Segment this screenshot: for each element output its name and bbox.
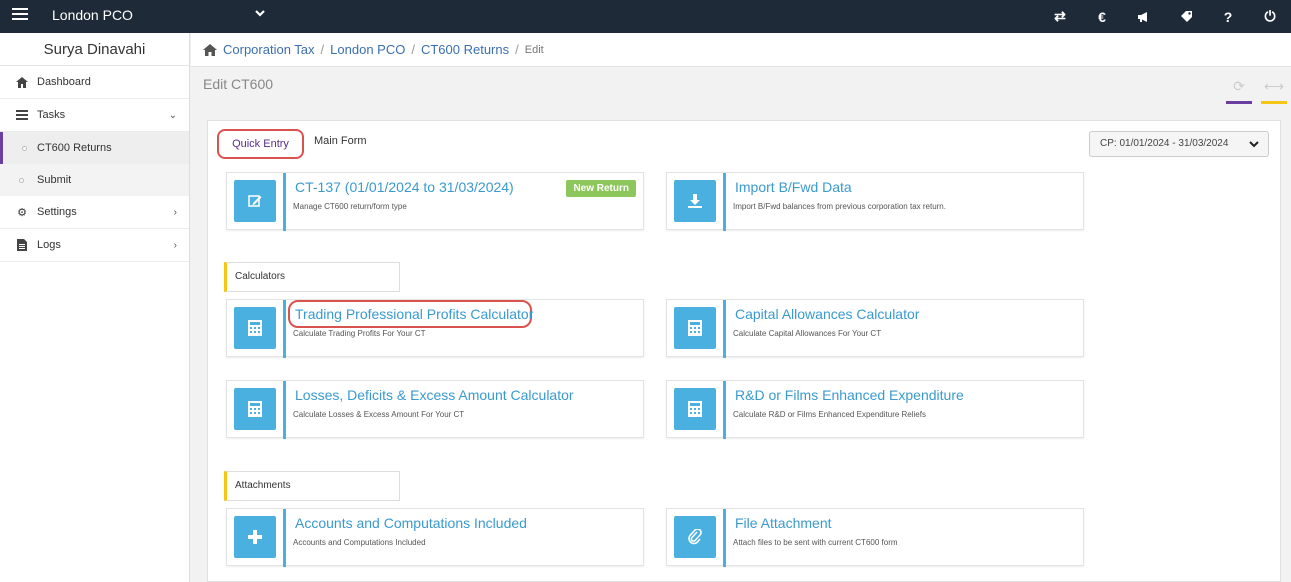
gear-icon: ⚙: [17, 206, 27, 219]
card-subtitle: Calculate R&D or Films Enhanced Expendit…: [733, 410, 926, 419]
home-icon[interactable]: [203, 43, 217, 56]
chevron-down-icon[interactable]: [253, 6, 267, 20]
sidebar-item-dashboard[interactable]: Dashboard: [0, 66, 189, 99]
card-title[interactable]: Capital Allowances Calculator: [735, 306, 919, 322]
sidebar-item-logs[interactable]: Logs ›: [0, 229, 189, 262]
chevron-right-icon: ›: [173, 207, 177, 218]
user-name: Surya Dinavahi: [0, 33, 189, 66]
tab-main-form[interactable]: Main Form: [314, 135, 367, 147]
card-title[interactable]: R&D or Films Enhanced Expenditure: [735, 387, 964, 403]
card-title[interactable]: Import B/Fwd Data: [735, 179, 852, 195]
tag-icon[interactable]: [1165, 0, 1207, 33]
sidebar-item-label: Settings: [37, 206, 77, 218]
sidebar-item-label: Tasks: [37, 109, 66, 121]
card-subtitle: Calculate Losses & Excess Amount For You…: [293, 410, 465, 419]
tasks-icon: [16, 109, 28, 121]
breadcrumb-current: Edit: [524, 43, 544, 56]
top-bar: London PCO ⇄ € ? ⏻: [0, 0, 1291, 33]
card-accounts-computations[interactable]: Accounts and Computations Included Accou…: [226, 508, 644, 567]
power-icon[interactable]: ⏻: [1249, 0, 1291, 33]
megaphone-icon[interactable]: [1123, 0, 1165, 33]
calculator-icon: [234, 388, 276, 430]
sidebar-item-tasks[interactable]: Tasks ⌄: [0, 99, 189, 132]
card-subtitle: Manage CT600 return/form type: [293, 202, 407, 211]
status-badge: New Return: [566, 180, 636, 197]
home-icon: [16, 76, 28, 88]
card-title[interactable]: Losses, Deficits & Excess Amount Calcula…: [295, 387, 574, 403]
page-header: Edit CT600 ⟳ ⟷: [191, 68, 1291, 104]
main-panel: Quick Entry Main Form CP: 01/01/2024 - 3…: [207, 120, 1281, 582]
chevron-down-icon: ⌄: [168, 110, 177, 121]
file-icon: [16, 239, 28, 251]
chevron-right-icon: ›: [173, 240, 177, 251]
card-subtitle: Calculate Trading Profits For Your CT: [293, 329, 426, 338]
sidebar-item-label: CT600 Returns: [37, 142, 112, 154]
breadcrumb-london-pco[interactable]: London PCO: [330, 42, 405, 57]
refresh-icon[interactable]: ⟳: [1226, 78, 1252, 104]
edit-icon: [234, 180, 276, 222]
hamburger-menu-icon[interactable]: [12, 8, 28, 21]
sidebar: Surya Dinavahi Dashboard Tasks ⌄ CT600 R…: [0, 33, 190, 582]
card-subtitle: Import B/Fwd balances from previous corp…: [733, 202, 946, 211]
tab-quick-entry[interactable]: Quick Entry: [217, 129, 304, 159]
period-select[interactable]: CP: 01/01/2024 - 31/03/2024: [1089, 131, 1269, 157]
organization-name[interactable]: London PCO: [52, 7, 133, 23]
transfer-icon[interactable]: ⇄: [1039, 0, 1081, 33]
card-title[interactable]: CT-137 (01/01/2024 to 31/03/2024): [295, 179, 514, 195]
breadcrumb-corporation-tax[interactable]: Corporation Tax: [223, 42, 315, 57]
bullet-icon: [22, 146, 27, 151]
sidebar-item-submit[interactable]: Submit: [0, 164, 189, 196]
card-losses-deficits[interactable]: Losses, Deficits & Excess Amount Calcula…: [226, 380, 644, 439]
euro-icon[interactable]: €: [1081, 0, 1123, 33]
section-calculators: Calculators: [224, 262, 400, 292]
card-subtitle: Calculate Capital Allowances For Your CT: [733, 329, 882, 338]
card-rd-films[interactable]: R&D or Films Enhanced Expenditure Calcul…: [666, 380, 1084, 439]
card-subtitle: Accounts and Computations Included: [293, 538, 426, 547]
card-ct137[interactable]: CT-137 (01/01/2024 to 31/03/2024) Manage…: [226, 172, 644, 231]
expand-icon[interactable]: ⟷: [1261, 78, 1287, 104]
chevron-down-icon: [1249, 141, 1259, 148]
sidebar-item-ct600-returns[interactable]: CT600 Returns: [0, 132, 189, 164]
period-select-value: CP: 01/01/2024 - 31/03/2024: [1100, 138, 1229, 149]
card-title[interactable]: Trading Professional Profits Calculator: [295, 306, 533, 322]
page-title: Edit CT600: [203, 76, 274, 92]
card-title[interactable]: File Attachment: [735, 515, 832, 531]
calculator-icon: [674, 388, 716, 430]
breadcrumb: Corporation Tax / London PCO / CT600 Ret…: [191, 33, 1291, 67]
card-file-attachment[interactable]: File Attachment Attach files to be sent …: [666, 508, 1084, 567]
sidebar-item-label: Submit: [37, 174, 72, 186]
calculator-icon: [234, 307, 276, 349]
plus-icon: [234, 516, 276, 558]
card-import-bfwd[interactable]: Import B/Fwd Data Import B/Fwd balances …: [666, 172, 1084, 231]
help-icon[interactable]: ?: [1207, 0, 1249, 33]
sidebar-item-label: Logs: [37, 239, 61, 251]
bullet-icon: [19, 178, 24, 183]
calculator-icon: [674, 307, 716, 349]
paperclip-icon: [674, 516, 716, 558]
card-title[interactable]: Accounts and Computations Included: [295, 515, 527, 531]
sidebar-item-label: Dashboard: [37, 76, 91, 88]
section-attachments: Attachments: [224, 471, 400, 501]
breadcrumb-ct600-returns[interactable]: CT600 Returns: [421, 42, 509, 57]
card-trading-profits[interactable]: Trading Professional Profits Calculator …: [226, 299, 644, 358]
card-capital-allowances[interactable]: Capital Allowances Calculator Calculate …: [666, 299, 1084, 358]
card-subtitle: Attach files to be sent with current CT6…: [733, 538, 898, 547]
sidebar-item-settings[interactable]: ⚙ Settings ›: [0, 196, 189, 229]
download-icon: [674, 180, 716, 222]
